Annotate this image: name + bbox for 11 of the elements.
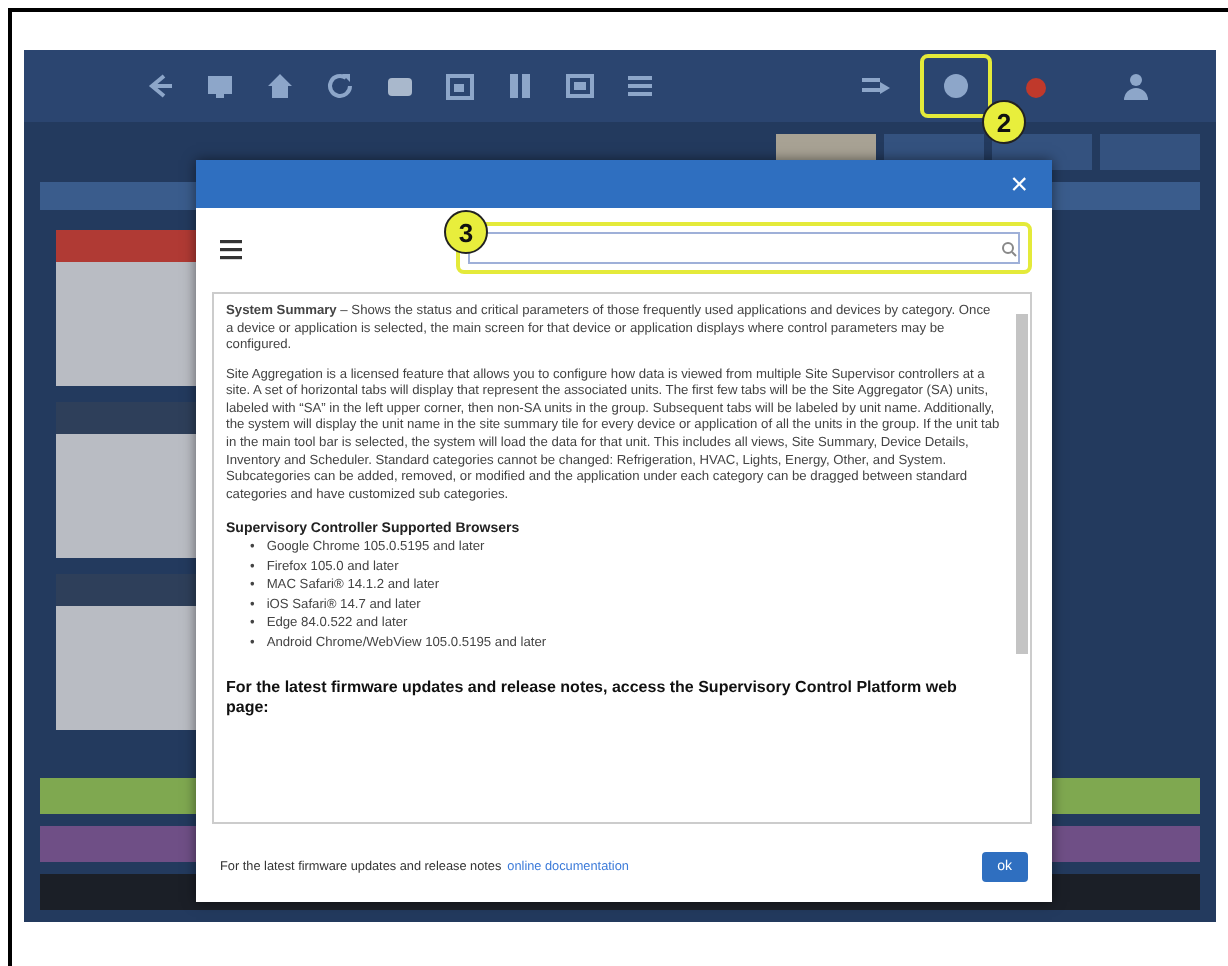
user-icon[interactable] — [1120, 70, 1152, 102]
refresh-icon[interactable] — [324, 70, 356, 102]
home-icon[interactable] — [264, 70, 296, 102]
menu-icon[interactable] — [220, 237, 242, 259]
firmware-note: For the latest firmware updates and release notes, access the Supervisory Control Platform web page: — [226, 677, 959, 718]
back-arrow-icon[interactable] — [144, 70, 176, 102]
close-button[interactable]: × — [1006, 169, 1032, 199]
panel-icon[interactable] — [564, 70, 596, 102]
search-icon[interactable] — [1000, 239, 1018, 257]
list-icon[interactable] — [624, 70, 656, 102]
monitor-icon[interactable] — [204, 70, 236, 102]
